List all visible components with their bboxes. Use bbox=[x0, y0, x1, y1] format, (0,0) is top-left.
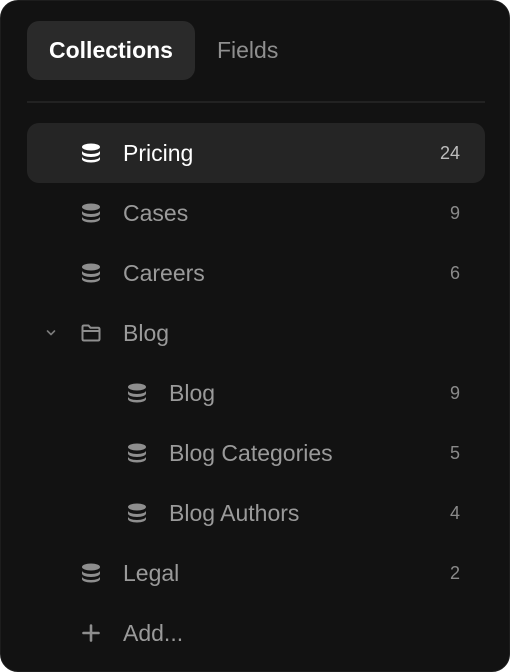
collection-label: Blog Authors bbox=[169, 499, 300, 526]
chevron-down-icon[interactable] bbox=[45, 327, 57, 339]
item-count: 6 bbox=[449, 262, 460, 283]
database-icon bbox=[125, 501, 149, 525]
item-count: 9 bbox=[449, 202, 460, 223]
database-icon bbox=[79, 141, 103, 165]
plus-icon bbox=[79, 621, 103, 645]
tab-bar: Collections Fields bbox=[27, 21, 300, 80]
collection-label: Legal bbox=[123, 559, 180, 586]
collection-label: Pricing bbox=[123, 139, 194, 166]
folder-item-blog[interactable]: Blog bbox=[27, 303, 485, 363]
item-count: 24 bbox=[439, 142, 460, 163]
database-icon bbox=[79, 201, 103, 225]
item-count: 2 bbox=[449, 562, 460, 583]
collection-label: Blog Categories bbox=[169, 439, 333, 466]
collection-label: Cases bbox=[123, 199, 189, 226]
collection-list: Pricing 24 Cases 9 Careers 6 Blog Blog 9… bbox=[27, 123, 485, 663]
collection-label: Careers bbox=[123, 259, 205, 286]
add-collection-button[interactable]: Add... bbox=[27, 603, 485, 663]
folder-label: Blog bbox=[123, 319, 170, 346]
item-count: 4 bbox=[449, 502, 460, 523]
collections-panel: Collections Fields Pricing 24 Cases 9 Ca… bbox=[0, 0, 510, 672]
database-icon bbox=[79, 561, 103, 585]
collection-item-careers[interactable]: Careers 6 bbox=[27, 243, 485, 303]
collection-item-blog-authors[interactable]: Blog Authors 4 bbox=[27, 483, 485, 543]
add-label: Add... bbox=[123, 619, 184, 646]
collection-item-legal[interactable]: Legal 2 bbox=[27, 543, 485, 603]
collection-label: Blog bbox=[169, 379, 216, 406]
item-count: 9 bbox=[449, 382, 460, 403]
tab-collections[interactable]: Collections bbox=[27, 21, 195, 80]
folder-icon bbox=[79, 321, 103, 345]
collection-item-pricing[interactable]: Pricing 24 bbox=[27, 123, 485, 183]
database-icon bbox=[125, 441, 149, 465]
database-icon bbox=[79, 261, 103, 285]
item-count: 5 bbox=[449, 442, 460, 463]
tab-fields[interactable]: Fields bbox=[195, 21, 300, 80]
collection-item-cases[interactable]: Cases 9 bbox=[27, 183, 485, 243]
collection-item-blog-categories[interactable]: Blog Categories 5 bbox=[27, 423, 485, 483]
collection-item-blog[interactable]: Blog 9 bbox=[27, 363, 485, 423]
divider bbox=[27, 101, 485, 103]
database-icon bbox=[125, 381, 149, 405]
